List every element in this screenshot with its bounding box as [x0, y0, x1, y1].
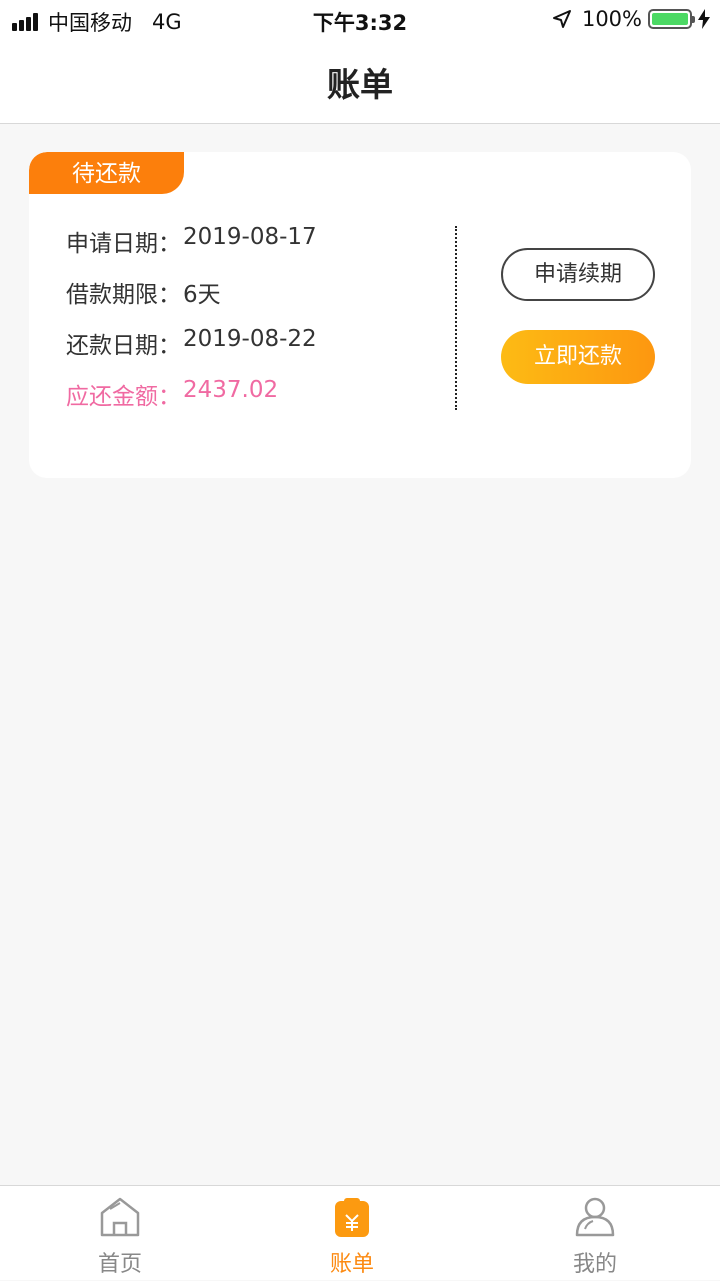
apply-date-value: 2019-08-17 — [183, 224, 317, 250]
nav-bar: 账单 — [0, 40, 720, 124]
bill-icon — [335, 1198, 369, 1237]
home-icon — [100, 1197, 140, 1237]
tab-bill-label: 账单 — [329, 1252, 374, 1277]
loan-term-row: 借款期限： 6天 — [66, 275, 317, 326]
repay-date-value: 2019-08-22 — [183, 326, 317, 352]
location-arrow-icon — [552, 10, 571, 28]
charging-bolt-icon — [698, 9, 710, 29]
loan-term-value: 6天 — [183, 282, 221, 308]
page-title: 账单 — [327, 65, 393, 104]
tab-profile[interactable]: 我的 — [475, 1186, 715, 1281]
tab-profile-label: 我的 — [572, 1252, 617, 1277]
apply-date-label: 申请日期： — [66, 231, 181, 257]
status-badge: 待还款 — [29, 152, 184, 194]
battery-percent: 100% — [581, 7, 642, 31]
amount-due-value: 2437.02 — [183, 377, 279, 403]
repay-date-row: 还款日期： 2019-08-22 — [66, 326, 317, 377]
bill-card[interactable]: 待还款 申请日期： 2019-08-17 借款期限： 6天 还款日期： 2019… — [29, 152, 691, 478]
bill-info: 申请日期： 2019-08-17 借款期限： 6天 还款日期： 2019-08-… — [66, 224, 317, 428]
tab-bar: 首页 账单 我的 — [0, 1185, 720, 1280]
loan-term-label: 借款期限： — [66, 282, 181, 308]
status-bar: 中国移动 4G 下午3:32 100% — [0, 0, 720, 40]
profile-icon — [575, 1197, 615, 1237]
tab-bill[interactable]: 账单 — [232, 1186, 472, 1281]
amount-due-row: 应还金额： 2437.02 — [66, 377, 317, 428]
tab-home[interactable]: 首页 — [0, 1186, 240, 1281]
repay-now-button[interactable]: 立即还款 — [501, 330, 655, 384]
apply-date-row: 申请日期： 2019-08-17 — [66, 224, 317, 275]
dotted-divider — [455, 226, 457, 410]
tab-home-label: 首页 — [97, 1252, 142, 1277]
status-right: 100% — [552, 7, 710, 31]
renew-button[interactable]: 申请续期 — [501, 248, 655, 301]
repay-date-label: 还款日期： — [66, 333, 181, 359]
battery-icon — [648, 9, 695, 29]
amount-due-label: 应还金额： — [66, 384, 181, 410]
